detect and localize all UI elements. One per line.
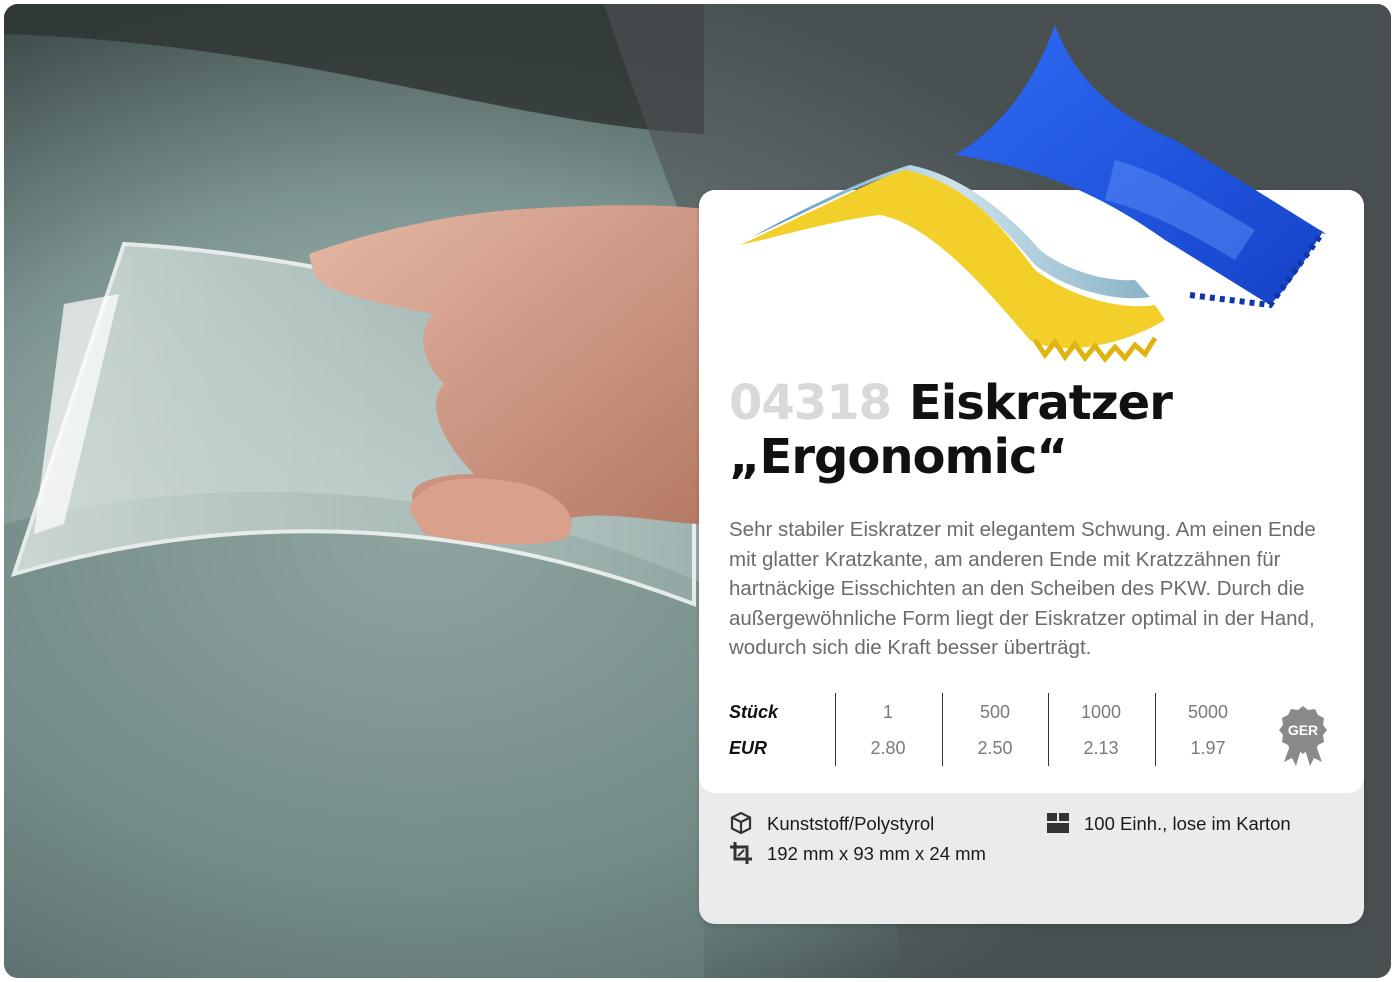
product-description: Sehr stabiler Eiskratzer mit elegantem S… (729, 518, 1316, 659)
product-title-line1: Eiskratzer (909, 375, 1173, 431)
price-table: Stück EUR 1 500 1000 5000 2.80 2.50 2.13… (729, 693, 1264, 766)
qty-row-label: Stück (729, 702, 779, 722)
spec-dimensions: 192 mm x 93 mm x 24 mm (767, 843, 986, 864)
price-row-label: EUR (729, 738, 768, 758)
qty-cell: 1000 (1080, 702, 1122, 722)
qty-cell: 500 (979, 702, 1011, 722)
spec-material: Kunststoff/Polystyrol (767, 813, 935, 834)
product-title: 04318 Eiskratzer „Ergonomic“ (729, 376, 1349, 484)
spec-packaging: 100 Einh., lose im Karton (1084, 813, 1291, 834)
price-cell: 2.50 (977, 738, 1013, 758)
qty-cell: 5000 (1187, 702, 1229, 722)
box-icon (1047, 813, 1069, 833)
crop-icon (730, 842, 752, 864)
product-sku: 04318 (729, 375, 892, 431)
qty-cell: 1 (882, 702, 893, 722)
price-cell: 1.97 (1190, 738, 1226, 758)
price-cell: 2.80 (870, 738, 906, 758)
badge-text: GER (1288, 722, 1318, 738)
price-cell: 2.13 (1083, 738, 1119, 758)
product-title-line2: „Ergonomic“ (729, 429, 1068, 485)
cube-icon (730, 811, 752, 835)
product-images (740, 25, 1326, 363)
award-ribbon-icon: GER (1279, 706, 1327, 766)
